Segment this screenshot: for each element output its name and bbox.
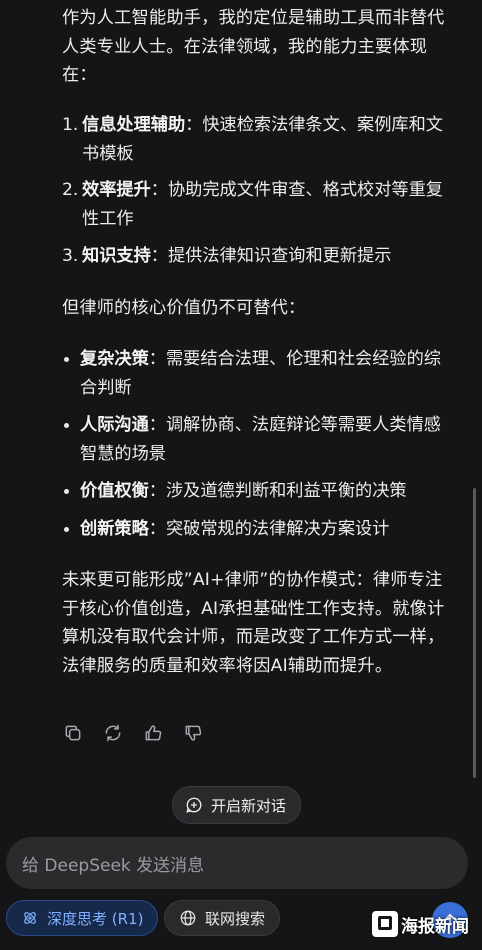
thumbs-down-icon[interactable]	[182, 722, 204, 744]
new-chat-label: 开启新对话	[211, 796, 287, 815]
thumbs-up-icon[interactable]	[142, 722, 164, 744]
bullet-item-4: 创新策略：突破常规的法律解决方案设计	[64, 515, 457, 544]
ordered-item-title: 效率提升	[82, 180, 151, 200]
watermark-text: 海报新闻	[401, 916, 469, 937]
deep-think-toggle[interactable]: 深度思考 (R1)	[6, 900, 159, 936]
bullet-item-1: 复杂决策：需要结合法理、伦理和社会经验的综合判断	[64, 345, 457, 402]
new-chat-button[interactable]: 开启新对话	[172, 786, 302, 824]
ordered-item-title: 知识支持	[82, 246, 151, 266]
bullet-item-title: 价值权衡	[80, 481, 149, 501]
bullet-dot	[64, 489, 69, 494]
deep-think-label: 深度思考 (R1)	[47, 909, 144, 928]
bullet-item-3: 价值权衡：涉及道德判断和利益平衡的决策	[64, 477, 457, 506]
ordered-item-title: 信息处理辅助	[82, 115, 186, 135]
ordered-item-2: 2. 效率提升：协助完成文件审查、格式校对等重复性工作	[62, 176, 457, 233]
bullet-item-text: ：突破常规的法律解决方案设计	[148, 519, 390, 539]
message-input-placeholder: 给 DeepSeek 发送消息	[22, 855, 205, 876]
bullet-dot	[64, 527, 69, 532]
bullet-item-title: 复杂决策	[80, 349, 149, 369]
bullet-item-title: 创新策略	[80, 519, 149, 539]
message-actions	[62, 722, 204, 744]
ordered-item-text: ：提供法律知识查询和更新提示	[150, 246, 392, 266]
atom-icon	[24, 912, 36, 924]
web-search-label: 联网搜索	[205, 909, 266, 928]
scrollbar[interactable]	[473, 488, 476, 778]
message-input[interactable]: 给 DeepSeek 发送消息	[6, 837, 468, 889]
web-search-toggle[interactable]: 联网搜索	[164, 900, 281, 936]
copy-icon[interactable]	[62, 722, 84, 744]
new-chat-icon	[186, 797, 202, 813]
bullet-item-2: 人际沟通：调解协商、法庭辩论等需要人类情感智慧的场景	[64, 411, 457, 468]
message-conclusion: 未来更可能形成”AI+律师”的协作模式：律师专注于核心价值创造，AI承担基础性工…	[62, 570, 445, 676]
globe-icon	[180, 910, 196, 926]
message-middle: 但律师的核心价值仍不可替代：	[62, 298, 306, 318]
ordered-item-number: 1.	[62, 115, 79, 135]
ordered-item-1: 1. 信息处理辅助：快速检索法律条文、案例库和文书模板	[62, 111, 457, 168]
message-intro: 作为人工智能助手，我的定位是辅助工具而非替代人类专业人士。在法律领域，我的能力主…	[62, 8, 445, 85]
bullet-item-title: 人际沟通	[80, 415, 149, 435]
bullet-dot	[64, 357, 69, 362]
bullet-dot	[64, 423, 69, 428]
refresh-icon[interactable]	[102, 722, 124, 744]
watermark-logo	[372, 911, 398, 937]
bullet-item-text: ：涉及道德判断和利益平衡的决策	[148, 481, 407, 501]
watermark: 海报新闻	[372, 908, 476, 940]
ordered-item-number: 3.	[62, 246, 79, 266]
ordered-item-number: 2.	[62, 180, 79, 200]
ordered-item-3: 3. 知识支持：提供法律知识查询和更新提示	[62, 242, 457, 271]
